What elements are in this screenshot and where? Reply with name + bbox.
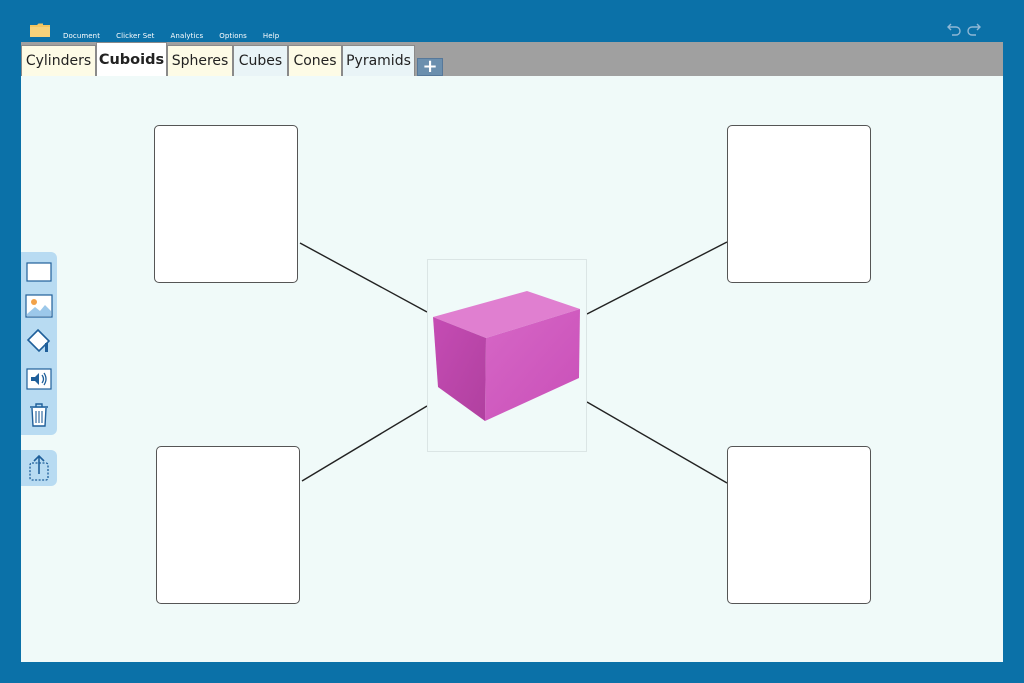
menu-options[interactable]: Options xyxy=(219,32,247,40)
cuboid-icon xyxy=(433,291,580,421)
tab-bar: Cylinders Cuboids Spheres Cubes Cones Py… xyxy=(21,42,1003,76)
tab-cuboids[interactable]: Cuboids xyxy=(96,42,167,76)
folder-icon[interactable] xyxy=(30,22,50,37)
textbox-bottom-left[interactable] xyxy=(156,446,300,604)
undo-icon[interactable] xyxy=(947,21,961,36)
connector-line-bottom-right xyxy=(586,401,728,484)
image-icon[interactable] xyxy=(24,292,54,320)
undo-redo-group xyxy=(947,21,981,36)
tab-cubes[interactable]: Cubes xyxy=(233,45,288,76)
add-tab-button[interactable]: + xyxy=(417,58,443,76)
connector-line-top-right xyxy=(586,241,728,315)
menu-help[interactable]: Help xyxy=(263,32,279,40)
share-icon[interactable] xyxy=(24,454,54,482)
workspace-canvas[interactable] xyxy=(21,76,1003,662)
audio-icon[interactable] xyxy=(24,365,54,393)
redo-icon[interactable] xyxy=(967,21,981,36)
menu-document[interactable]: Document xyxy=(63,32,100,40)
textbox-bottom-right[interactable] xyxy=(727,446,871,604)
tab-cones[interactable]: Cones xyxy=(288,45,342,76)
menu-items: Document Clicker Set Analytics Options H… xyxy=(63,32,279,40)
textbox-top-left[interactable] xyxy=(154,125,298,283)
tab-pyramids[interactable]: Pyramids xyxy=(342,45,415,76)
menu-analytics[interactable]: Analytics xyxy=(171,32,204,40)
connector-line-top-left xyxy=(299,242,428,313)
tab-spheres[interactable]: Spheres xyxy=(167,45,233,76)
textbox-top-right[interactable] xyxy=(727,125,871,283)
tool-panel xyxy=(21,252,57,435)
menu-clicker-set[interactable]: Clicker Set xyxy=(116,32,154,40)
fill-icon[interactable] xyxy=(24,327,54,355)
cuboid-image[interactable] xyxy=(427,259,587,452)
tab-cylinders[interactable]: Cylinders xyxy=(21,45,96,76)
textbox-icon[interactable] xyxy=(24,258,54,286)
connector-line-bottom-left xyxy=(301,405,428,482)
share-panel xyxy=(21,450,57,486)
trash-icon[interactable] xyxy=(24,401,54,429)
menu-bar: Document Clicker Set Analytics Options H… xyxy=(0,0,1024,42)
